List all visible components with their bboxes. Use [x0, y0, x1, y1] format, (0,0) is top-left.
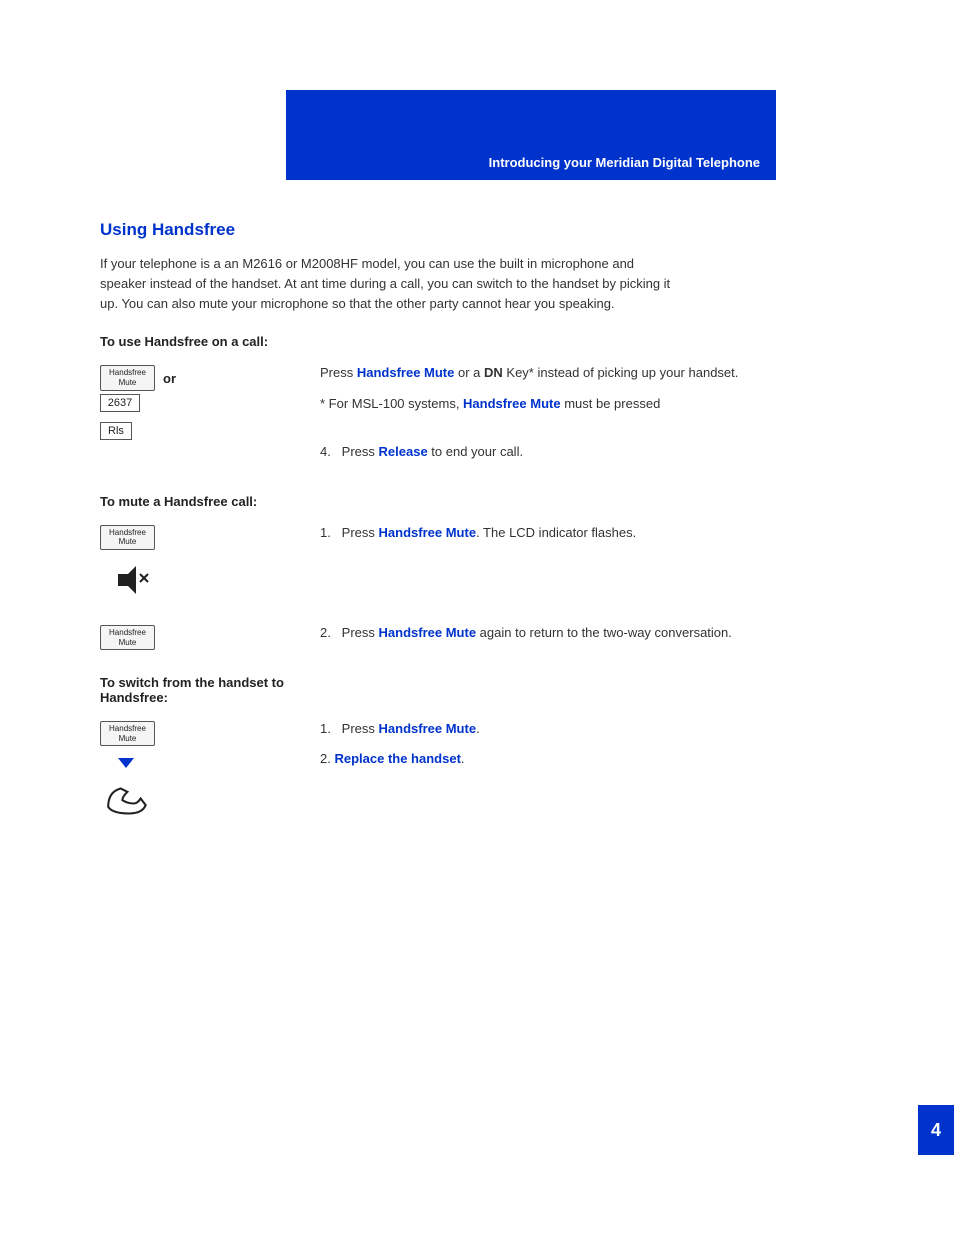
handsfree-mute-key-4: HandsfreeMute	[100, 721, 155, 746]
sub-section-1: To use Handsfree on a call: HandsfreeMut…	[100, 334, 860, 471]
sub3-replace-handset-label: Replace the handset	[334, 751, 460, 766]
page-number-tab: 4	[918, 1105, 954, 1155]
sub2-handsfree-mute-label-2: Handsfree Mute	[379, 625, 477, 640]
sub2-left-col-1: HandsfreeMute	[100, 523, 300, 603]
sub2-item1: 1. Press Handsfree Mute. The LCD indicat…	[320, 523, 860, 543]
speaker-mute-icon	[110, 560, 150, 603]
sub3-handsfree-mute-label: Handsfree Mute	[379, 721, 477, 736]
sub1-key-row: HandsfreeMute or	[100, 365, 176, 390]
sub2-right-col-2: 2. Press Handsfree Mute again to return …	[300, 623, 860, 653]
sub3-item1: 1. Press Handsfree Mute.	[320, 719, 860, 739]
sub2-right-col-1: 1. Press Handsfree Mute. The LCD indicat…	[300, 523, 860, 553]
sub1-handsfree-mute-label: Handsfree Mute	[357, 365, 455, 380]
main-content: Using Handsfree If your telephone is a a…	[100, 220, 860, 841]
sub1-heading: To use Handsfree on a call:	[100, 334, 860, 349]
sub2-instruction-row-2: HandsfreeMute 2. Press Handsfree Mute ag…	[100, 623, 860, 653]
sub2-handsfree-mute-label-1: Handsfree Mute	[379, 525, 477, 540]
sub1-instruction-row: HandsfreeMute or 2637 Rls Press Handsfre…	[100, 363, 860, 471]
sub3-instruction-row: HandsfreeMute 1. Press Hands	[100, 719, 860, 819]
sub2-instruction-row-1: HandsfreeMute 1. Press Handsfree Mute. T…	[100, 523, 860, 603]
sub1-right-col: Press Handsfree Mute or a DN Key* instea…	[300, 363, 860, 471]
sub2-item2: 2. Press Handsfree Mute again to return …	[320, 623, 860, 643]
sub2-left-col-2: HandsfreeMute	[100, 623, 300, 650]
sub1-item-note: * For MSL-100 systems, Handsfree Mute mu…	[320, 394, 860, 414]
sub2-heading: To mute a Handsfree call:	[100, 494, 860, 509]
arrow-down-icon	[114, 750, 138, 777]
sub-section-2: To mute a Handsfree call: HandsfreeMute	[100, 494, 860, 653]
sub1-dn-label: DN	[484, 365, 503, 380]
sub1-item-press: Press Handsfree Mute or a DN Key* instea…	[320, 363, 860, 383]
page-number: 4	[931, 1120, 941, 1141]
or-label: or	[163, 371, 176, 386]
sub3-left-col: HandsfreeMute	[100, 719, 300, 819]
sub1-left-col: HandsfreeMute or 2637 Rls	[100, 363, 300, 439]
handsfree-mute-key-3: HandsfreeMute	[100, 625, 155, 650]
sub1-handsfree-mute-note: Handsfree Mute	[463, 396, 561, 411]
intro-paragraph: If your telephone is a an M2616 or M2008…	[100, 254, 680, 314]
dn-key-number: 2637	[100, 394, 140, 412]
handsfree-mute-key-2: HandsfreeMute	[100, 525, 155, 550]
section-title: Using Handsfree	[100, 220, 860, 240]
sub3-right-col: 1. Press Handsfree Mute. 2. Replace the …	[300, 719, 860, 779]
release-label: Release	[379, 444, 428, 459]
sub1-item4: 4. Press Release to end your call.	[320, 442, 860, 462]
sub-section-3: To switch from the handset toHandsfree: …	[100, 675, 860, 819]
header-banner: Introducing your Meridian Digital Teleph…	[286, 90, 776, 180]
header-title: Introducing your Meridian Digital Teleph…	[489, 155, 760, 170]
release-key: Rls	[100, 422, 132, 440]
sub3-heading: To switch from the handset toHandsfree:	[100, 675, 860, 705]
handsfree-mute-key-1: HandsfreeMute	[100, 365, 155, 390]
handset-icon	[104, 781, 154, 819]
sub3-item2: 2. Replace the handset.	[320, 749, 860, 769]
